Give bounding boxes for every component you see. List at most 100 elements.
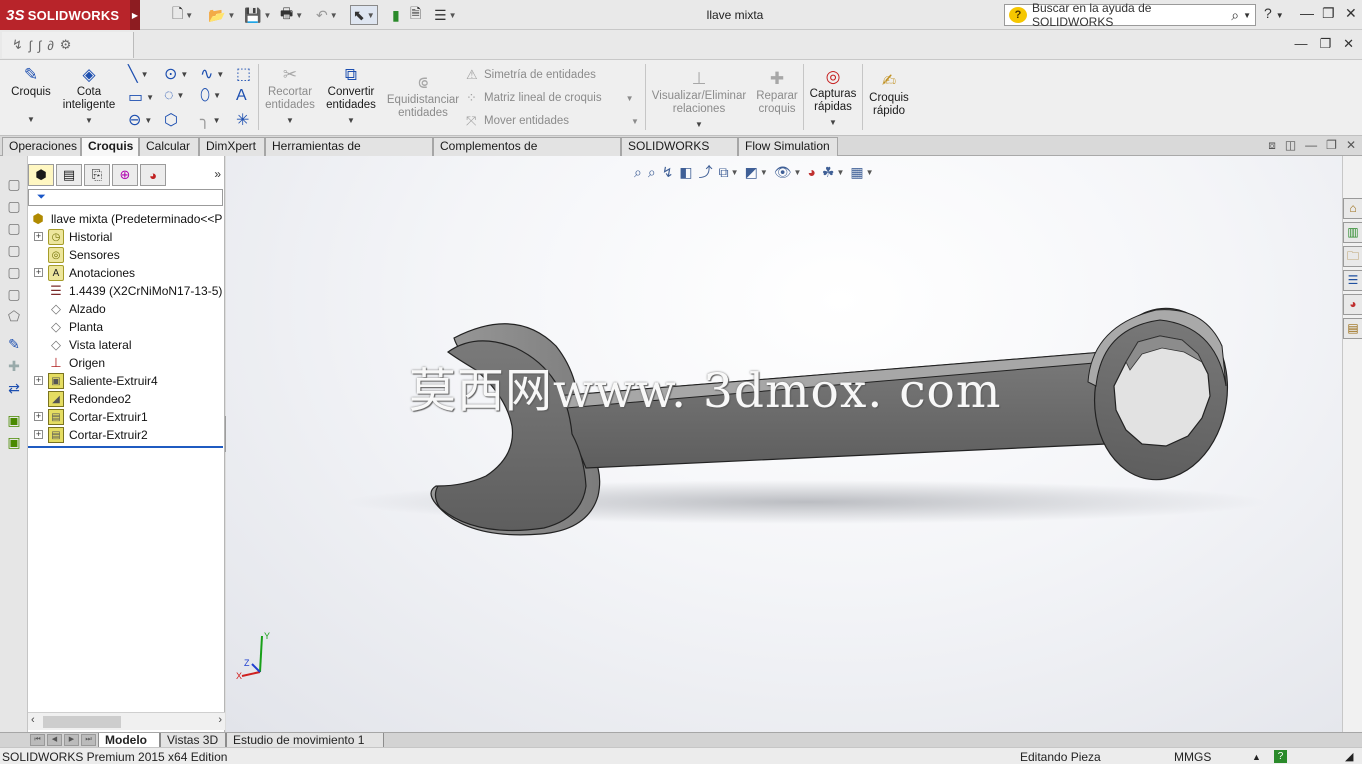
tree-item-origen[interactable]: ⊥ Origen bbox=[34, 354, 105, 372]
restore-button[interactable]: ❐ bbox=[1322, 5, 1335, 22]
polygon-tool-button[interactable]: ⬡ bbox=[164, 110, 178, 130]
simetria-entidades-button[interactable]: ⚠ Simetría de entidades bbox=[466, 67, 596, 83]
tree-item-cortar-extruir1[interactable]: + ▤ Cortar-Extruir1 bbox=[34, 408, 148, 426]
tree-item-alzado[interactable]: ◇ Alzado bbox=[34, 300, 106, 318]
cota-inteligente-button[interactable]: ◈ Cota inteligente ▼ bbox=[58, 64, 120, 127]
new-document-button[interactable]: 🗋 ▼ bbox=[172, 5, 193, 25]
line-tool-button[interactable]: ╲ ▼ bbox=[128, 64, 149, 84]
sketch-tool-icon[interactable]: ↯ bbox=[12, 37, 23, 53]
fillet-tool-button[interactable]: ╮ ▼ bbox=[200, 110, 221, 130]
view-cube-icon[interactable]: ▢ bbox=[6, 176, 22, 192]
croquis-rapido-button[interactable]: ✍ Croquis rápido bbox=[864, 70, 914, 118]
resize-grip-icon[interactable]: ◢ bbox=[1345, 749, 1353, 764]
tree-item-saliente-extruir4[interactable]: + ▣ Saliente-Extruir4 bbox=[34, 372, 158, 390]
tab-croquis[interactable]: Croquis bbox=[81, 137, 139, 157]
matriz-lineal-button[interactable]: ⁘ Matriz lineal de croquis ▼ bbox=[466, 90, 634, 106]
expand-icon[interactable]: + bbox=[34, 232, 43, 241]
view-cube-icon[interactable]: ⬠ bbox=[6, 308, 22, 324]
spline-tool-button[interactable]: ∿ ▼ bbox=[200, 64, 224, 84]
file-properties-button[interactable]: 🗎 bbox=[410, 5, 421, 25]
tab-modelo[interactable]: Modelo bbox=[98, 733, 160, 748]
view-cube-icon[interactable]: ▢ bbox=[6, 242, 22, 258]
scroll-right-icon[interactable]: › bbox=[218, 714, 222, 726]
view-cube-icon[interactable]: ▢ bbox=[6, 198, 22, 214]
tile-icon[interactable]: ⧈ bbox=[1268, 138, 1276, 153]
tab-estudio-movimiento[interactable]: Estudio de movimiento 1 bbox=[226, 733, 384, 748]
options-button[interactable]: ☰ ▼ bbox=[434, 5, 456, 25]
display-manager-tab-icon[interactable]: ◕ bbox=[140, 164, 166, 186]
tree-item-redondeo2[interactable]: ◢ Redondeo2 bbox=[34, 390, 131, 408]
save-button[interactable]: 💾 ▼ bbox=[244, 5, 271, 25]
sketch-tool-icon[interactable]: ∫ bbox=[38, 38, 42, 53]
print-button[interactable]: 🖶 ▼ bbox=[280, 5, 303, 25]
text-tool-button[interactable]: A bbox=[236, 87, 247, 105]
expand-icon[interactable]: + bbox=[34, 268, 43, 277]
tree-item-cortar-extruir2[interactable]: + ▤ Cortar-Extruir2 bbox=[34, 426, 148, 444]
tab-flow-simulation[interactable]: Flow Simulation bbox=[738, 137, 838, 156]
expand-panel-icon[interactable]: » bbox=[214, 167, 221, 181]
feature-tree-hscroll[interactable]: ‹ › bbox=[28, 712, 225, 730]
expand-icon[interactable]: + bbox=[34, 376, 43, 385]
tree-item-planta[interactable]: ◇ Planta bbox=[34, 318, 103, 336]
file-explorer-icon[interactable]: 🗀 bbox=[1343, 246, 1362, 267]
equidistanciar-entidades-button[interactable]: ⟃ Equidistanciar entidades bbox=[384, 72, 462, 120]
sketch-edit-icon[interactable]: ✎ bbox=[6, 336, 22, 352]
vp-close-icon[interactable]: ✕ bbox=[1346, 138, 1356, 153]
vp-restore-icon[interactable]: ❐ bbox=[1326, 138, 1337, 153]
slot-tool-button[interactable]: ⊖ ▼ bbox=[128, 110, 152, 130]
rectangle-tool-button[interactable]: ▭ ▼ bbox=[128, 87, 154, 107]
close-button[interactable]: ✕ bbox=[1345, 5, 1357, 22]
help-search-input[interactable]: Buscar en la ayuda de SOLIDWORKS bbox=[1032, 1, 1231, 29]
visualizar-eliminar-relaciones-button[interactable]: ⊥ Visualizar/Eliminar relaciones ▼ bbox=[650, 68, 748, 131]
last-tab-icon[interactable]: ⏭ bbox=[81, 734, 96, 746]
tree-filter-field[interactable]: ⏷ bbox=[28, 189, 223, 206]
sketch-tool-icon[interactable]: ⚙ bbox=[60, 37, 72, 53]
text-grid-button[interactable]: ⬚ bbox=[236, 64, 251, 84]
feature-icon[interactable]: ▣ bbox=[6, 434, 22, 450]
wrench-model[interactable] bbox=[226, 156, 1342, 732]
recortar-entidades-button[interactable]: ✂ Recortar entidades ▼ bbox=[262, 64, 318, 127]
vp-minimize-icon[interactable]: — bbox=[1305, 138, 1317, 153]
rebuild-button[interactable]: ▮ bbox=[392, 5, 400, 25]
prev-tab-icon[interactable]: ◀ bbox=[47, 734, 62, 746]
tab-operaciones[interactable]: Operaciones bbox=[2, 137, 81, 156]
doc-close-icon[interactable]: ✕ bbox=[1343, 36, 1354, 52]
next-tab-icon[interactable]: ▶ bbox=[64, 734, 79, 746]
view-palette-icon[interactable]: ☰ bbox=[1343, 270, 1362, 291]
open-button[interactable]: 📂 ▼ bbox=[208, 5, 235, 25]
appearances-icon[interactable]: ◕ bbox=[1343, 294, 1362, 315]
view-cube-icon[interactable]: ▢ bbox=[6, 286, 22, 302]
circle-tool-button[interactable]: ⊙ ▼ bbox=[164, 64, 188, 84]
minimize-button[interactable]: — bbox=[1300, 5, 1314, 21]
expand-icon[interactable]: + bbox=[34, 430, 43, 439]
property-manager-tab-icon[interactable]: ▤ bbox=[56, 164, 82, 186]
dimxpert-tab-icon[interactable]: ⊕ bbox=[112, 164, 138, 186]
reparar-croquis-button[interactable]: ✚ Reparar croquis bbox=[752, 68, 802, 116]
graphics-area[interactable]: ⌕ ⌕ ↯ ◧ ⤴ ⧉ ▼ ◩ ▼ 👁 ▼ ◕ ☘ ▼ ▦ ▼ 莫西网www. … bbox=[226, 156, 1342, 732]
view-cube-icon[interactable]: ▢ bbox=[6, 264, 22, 280]
help-search-box[interactable]: ? Buscar en la ayuda de SOLIDWORKS ⌕ ▼ bbox=[1004, 1, 1256, 29]
configuration-manager-tab-icon[interactable]: ⎘ bbox=[84, 164, 110, 186]
units-dropdown-icon[interactable]: ▲ bbox=[1252, 749, 1261, 764]
point-tool-button[interactable]: ✳ bbox=[236, 110, 249, 130]
tree-item-material[interactable]: ☰ 1.4439 (X2CrNiMoN17-13-5) bbox=[34, 282, 222, 300]
custom-properties-icon[interactable]: ▤ bbox=[1343, 318, 1362, 339]
sketch-tool-icon[interactable]: ʃ bbox=[29, 38, 32, 53]
tree-item-historial[interactable]: + ◷ Historial bbox=[34, 228, 112, 246]
scroll-thumb[interactable] bbox=[43, 716, 121, 728]
scroll-left-icon[interactable]: ‹ bbox=[31, 714, 35, 726]
croquis-button[interactable]: ✎ Croquis ▼ bbox=[6, 64, 56, 126]
tree-root[interactable]: ⬢ llave mixta (Predeterminado<<P bbox=[30, 210, 222, 228]
tree-item-anotaciones[interactable]: + A Anotaciones bbox=[34, 264, 135, 282]
view-cube-icon[interactable]: ▢ bbox=[6, 220, 22, 236]
tab-complementos[interactable]: Complementos de SOLIDWORKS bbox=[433, 137, 621, 170]
help-status-icon[interactable]: ? bbox=[1274, 750, 1287, 763]
split-icon[interactable]: ◫ bbox=[1285, 138, 1296, 153]
flow-icon[interactable]: ⇄ bbox=[6, 380, 22, 396]
tree-item-sensores[interactable]: ◎ Sensores bbox=[34, 246, 120, 264]
design-library-icon[interactable]: ▥ bbox=[1343, 222, 1362, 243]
mover-entidades-button[interactable]: ⤧ Mover entidades ▼ bbox=[466, 113, 639, 129]
feature-tree-tab-icon[interactable]: ⬢ bbox=[28, 164, 54, 186]
feature-icon[interactable]: ▣ bbox=[6, 412, 22, 428]
capturas-rapidas-button[interactable]: ◎ Capturas rápidas ▼ bbox=[806, 66, 860, 129]
